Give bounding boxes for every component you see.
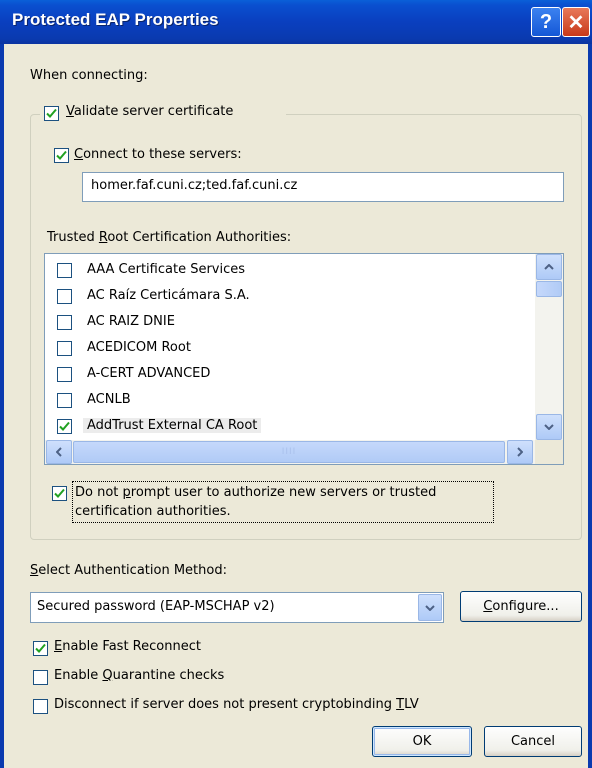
title-bar: Protected EAP Properties ? ✕ <box>0 0 592 44</box>
scroll-left-button[interactable] <box>46 440 72 464</box>
configure-button[interactable]: Configure... <box>460 591 582 622</box>
when-connecting-label: When connecting: <box>30 68 148 83</box>
list-item-checkbox[interactable] <box>57 367 72 382</box>
list-item-label: AAA Certificate Services <box>87 262 246 277</box>
list-item[interactable]: AddTrust External CA Root <box>45 413 535 439</box>
scroll-right-button[interactable] <box>507 440 533 464</box>
cancel-button[interactable]: Cancel <box>484 726 582 757</box>
vertical-scrollbar[interactable] <box>535 254 563 440</box>
scroll-down-button[interactable] <box>536 414 562 440</box>
auth-method-label: Select Authentication Method: <box>30 563 227 578</box>
close-icon[interactable]: ✕ <box>562 7 590 37</box>
list-item-checkbox[interactable] <box>57 341 72 356</box>
list-item-checkbox[interactable] <box>57 393 72 408</box>
list-item[interactable]: AC Raíz Certicámara S.A. <box>45 283 535 309</box>
connect-servers-checkbox[interactable] <box>54 148 69 163</box>
auth-method-select[interactable]: Secured password (EAP-MSCHAP v2) <box>30 592 444 623</box>
checkmark-icon <box>54 488 65 498</box>
dropdown-button[interactable] <box>418 594 442 621</box>
list-item-checkbox[interactable] <box>57 419 72 434</box>
checkmark-icon <box>35 643 46 653</box>
list-item-label: AC RAIZ DNIE <box>87 314 175 329</box>
help-icon[interactable]: ? <box>531 7 561 37</box>
chevron-down-icon <box>544 424 554 430</box>
window-frame-right <box>588 44 592 768</box>
list-item-checkbox[interactable] <box>57 315 72 330</box>
checkmark-icon <box>59 421 70 431</box>
scroll-up-button[interactable] <box>536 254 562 280</box>
scrollbar-corner <box>535 440 563 464</box>
cryptobinding-checkbox[interactable] <box>33 699 48 714</box>
fast-reconnect-label[interactable]: Enable Fast Reconnect <box>54 639 201 654</box>
auth-method-value: Secured password (EAP-MSCHAP v2) <box>37 599 275 614</box>
cryptobinding-label[interactable]: Disconnect if server does not present cr… <box>54 697 419 712</box>
chevron-left-icon <box>56 447 62 457</box>
trusted-root-label: Trusted Root Certification Authorities: <box>47 230 292 245</box>
window-frame-left <box>0 44 4 768</box>
vertical-scroll-thumb[interactable] <box>536 281 562 297</box>
quarantine-label[interactable]: Enable Quarantine checks <box>54 668 224 683</box>
list-item-label: AddTrust External CA Root <box>83 418 262 433</box>
list-item[interactable]: AC RAIZ DNIE <box>45 309 535 335</box>
list-item[interactable]: ACEDICOM Root <box>45 335 535 361</box>
validate-server-checkbox[interactable] <box>44 106 59 121</box>
chevron-up-icon <box>544 264 554 270</box>
servers-input[interactable]: homer.faf.cuni.cz;ted.faf.cuni.cz <box>82 172 564 202</box>
chevron-down-icon <box>425 604 435 611</box>
chevron-right-icon <box>517 447 523 457</box>
connect-servers-label[interactable]: Connect to these servers: <box>74 147 242 162</box>
quarantine-checkbox[interactable] <box>33 670 48 685</box>
list-item[interactable]: A-CERT ADVANCED <box>45 361 535 387</box>
window-title: Protected EAP Properties <box>12 10 219 29</box>
list-item-label: AC Raíz Certicámara S.A. <box>87 288 250 303</box>
validate-server-label[interactable]: Validate server certificate <box>66 104 233 119</box>
horizontal-scrollbar[interactable]: IIII <box>45 440 535 464</box>
list-item-label: ACNLB <box>87 392 131 407</box>
ok-button[interactable]: OK <box>372 726 472 757</box>
list-item-checkbox[interactable] <box>57 289 72 304</box>
checkmark-icon <box>56 150 67 160</box>
horizontal-scroll-thumb[interactable]: IIII <box>73 441 505 463</box>
no-prompt-label[interactable]: Do not prompt user to authorize new serv… <box>72 481 494 523</box>
list-item-label: ACEDICOM Root <box>87 340 191 355</box>
list-item-checkbox[interactable] <box>57 263 72 278</box>
list-item[interactable]: ACNLB <box>45 387 535 413</box>
checkmark-icon <box>46 108 57 118</box>
list-item-label: A-CERT ADVANCED <box>87 366 211 381</box>
trusted-root-list[interactable]: AAA Certificate Services AC Raíz Certicá… <box>44 253 564 465</box>
list-item[interactable]: AAA Certificate Services <box>45 257 535 283</box>
fast-reconnect-checkbox[interactable] <box>33 641 48 656</box>
no-prompt-checkbox[interactable] <box>52 486 67 501</box>
